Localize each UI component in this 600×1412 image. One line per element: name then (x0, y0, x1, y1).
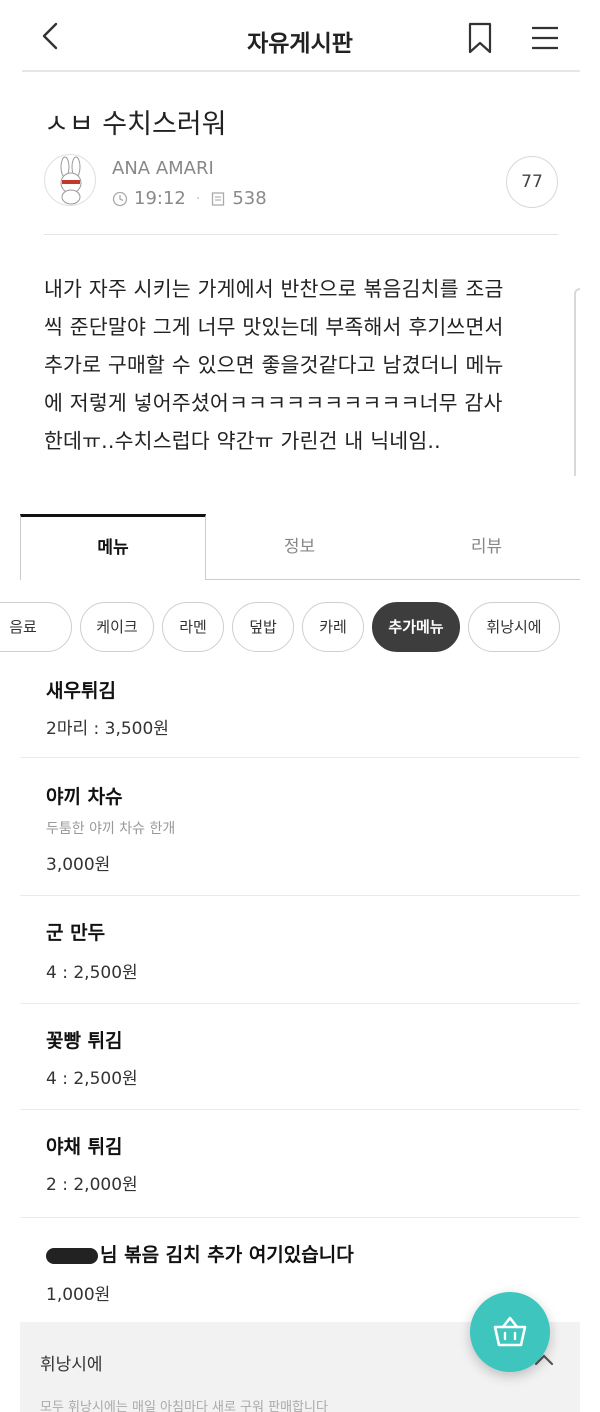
chip-ramen[interactable]: 라멘 (162, 602, 224, 652)
tab-baseline (206, 579, 580, 580)
menu-item[interactable]: 군 만두 4 : 2,500원 (20, 896, 580, 1004)
store-tabs: 메뉴 정보 리뷰 (20, 514, 580, 580)
comment-count-button[interactable]: 77 (506, 156, 558, 208)
image-frame-edge (574, 288, 580, 476)
author-name: ANA AMARI (112, 158, 214, 179)
body-line: 씩 준단말야 그게 너무 맛있는데 부족해서 후기쓰면서 (44, 315, 504, 339)
tab-reviews[interactable]: 리뷰 (393, 514, 580, 580)
chip-donburi[interactable]: 덮밥 (232, 602, 294, 652)
board-title: 자유게시판 (247, 31, 353, 57)
menu-item-price: 4 : 2,500원 (46, 1069, 138, 1089)
section-subtitle: 모두 휘낭시에는 매일 아침마다 새로 구워 판매합니다 (40, 1400, 328, 1412)
hamburger-menu-icon[interactable] (528, 24, 562, 52)
meta-separator: · (195, 190, 201, 207)
document-icon (210, 191, 226, 207)
bookmark-icon[interactable] (466, 22, 494, 54)
body-line: 추가로 구매할 수 있으면 좋을것같다고 남겼더니 메뉴 (44, 353, 504, 377)
basket-icon (493, 1316, 527, 1347)
tab-menu[interactable]: 메뉴 (20, 514, 206, 580)
meta-divider (44, 234, 558, 235)
view-count: 538 (232, 188, 267, 209)
menu-item-name: 야채 튀김 (46, 1136, 123, 1158)
category-chips: 음료 케이크 라멘 덮밥 카레 추가메뉴 휘낭시에 (0, 602, 600, 656)
body-line: 한데ㅠ..수치스럽다 약간ㅠ 가린건 내 닉네임.. (44, 429, 441, 453)
menu-item[interactable]: 새우튀김 2마리 : 3,500원 (20, 662, 580, 758)
tab-info[interactable]: 정보 (206, 514, 393, 580)
menu-item-name: 야끼 차슈 (46, 786, 123, 808)
post-meta: 19:12 · 538 (112, 188, 267, 209)
chip-financier[interactable]: 휘낭시에 (468, 602, 560, 652)
app-bar: 자유게시판 (0, 0, 600, 72)
body-line: 에 저렇게 넣어주셨어ㅋㅋㅋㅋㅋㅋㅋㅋㅋㅋ너무 감사 (44, 391, 503, 415)
menu-item-price: 3,000원 (46, 855, 111, 875)
clock-icon (112, 191, 128, 207)
menu-item-name: 꽃빵 튀김 (46, 1030, 123, 1052)
menu-item-price: 2 : 2,000원 (46, 1175, 138, 1195)
post-time: 19:12 (134, 188, 186, 209)
cart-button[interactable] (470, 1292, 550, 1372)
menu-item-name: 새우튀김 (46, 680, 116, 702)
menu-item-price: 4 : 2,500원 (46, 963, 138, 983)
menu-item[interactable]: 꽃빵 튀김 4 : 2,500원 (20, 1004, 580, 1110)
header-divider (22, 70, 580, 72)
chip-drinks[interactable]: 음료 (0, 602, 72, 652)
menu-item-name: 군 만두 (46, 922, 106, 944)
menu-item-price: 1,000원 (46, 1285, 111, 1305)
chip-cake[interactable]: 케이크 (80, 602, 154, 652)
avatar[interactable] (44, 154, 96, 206)
section-title: 휘낭시에 (40, 1355, 103, 1375)
redacted-nickname (46, 1247, 98, 1264)
menu-item[interactable]: 야끼 차슈 두툼한 야끼 차슈 한개 3,000원 (20, 758, 580, 896)
menu-item-name-text: 님 볶음 김치 추가 여기있습니다 (100, 1244, 354, 1266)
body-line: 내가 자주 시키는 가게에서 반찬으로 볶음김치를 조금 (44, 277, 504, 301)
menu-item[interactable]: 야채 튀김 2 : 2,000원 (20, 1110, 580, 1218)
menu-item-price: 2마리 : 3,500원 (46, 719, 169, 739)
menu-item-name: 님 볶음 김치 추가 여기있습니다 (46, 1240, 354, 1267)
chip-extra-menu[interactable]: 추가메뉴 (372, 602, 460, 652)
menu-item-desc: 두툼한 야끼 차슈 한개 (46, 821, 176, 837)
back-arrow-icon[interactable] (36, 20, 68, 52)
post-body: 내가 자주 시키는 가게에서 반찬으로 볶음김치를 조금 씩 준단말야 그게 너… (44, 270, 564, 460)
chip-curry[interactable]: 카레 (302, 602, 364, 652)
post-title: ㅅㅂ 수치스러워 (44, 109, 227, 140)
